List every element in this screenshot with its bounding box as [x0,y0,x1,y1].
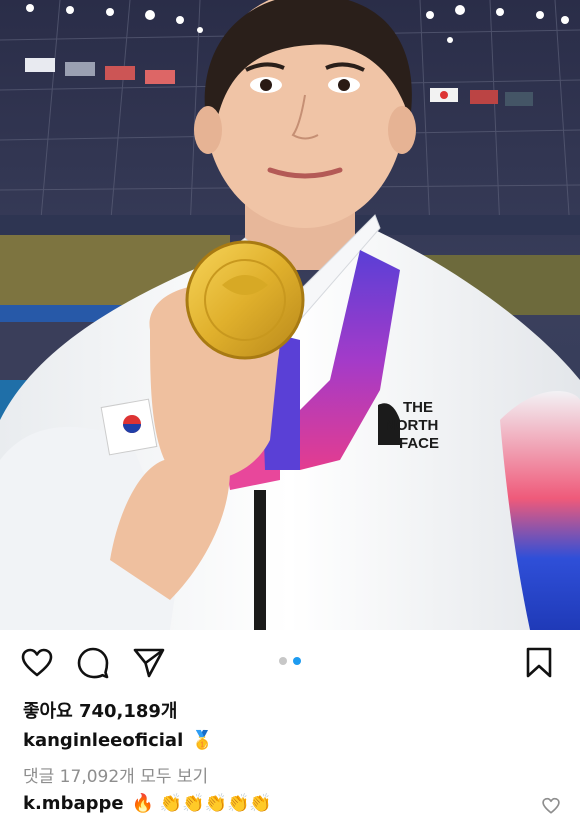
post-action-bar [0,630,580,696]
post-caption: kanginleeoficial 🥇 [23,730,214,751]
carousel-dot-active[interactable] [293,657,301,665]
caption-username[interactable]: kanginleeoficial [23,730,183,751]
top-comment: k.mbappe 🔥 👏👏👏👏👏 [23,793,568,814]
svg-text:NORTH: NORTH [385,417,438,434]
carousel-indicator [279,657,301,665]
comment-like-icon[interactable] [542,797,560,815]
svg-text:THE: THE [403,399,433,416]
view-all-comments-link[interactable]: 댓글 17,092개 모두 보기 [23,762,208,787]
carousel-dot[interactable] [279,657,287,665]
likes-count[interactable]: 좋아요 740,189개 [23,697,178,723]
caption-text: 🥇 [191,730,214,751]
heart-icon[interactable] [20,646,54,680]
comment-text: 🔥 👏👏👏👏👏 [131,793,272,814]
svg-text:FACE: FACE [399,435,439,452]
post-image[interactable]: THE NORTH FACE [0,0,580,630]
comment-icon[interactable] [76,646,110,680]
send-icon[interactable] [132,646,166,680]
jacket-brand-logo: THE NORTH FACE [378,399,439,452]
post-image-illustration: THE NORTH FACE [0,0,580,630]
comment-username[interactable]: k.mbappe [23,793,124,814]
bookmark-icon[interactable] [522,646,556,680]
